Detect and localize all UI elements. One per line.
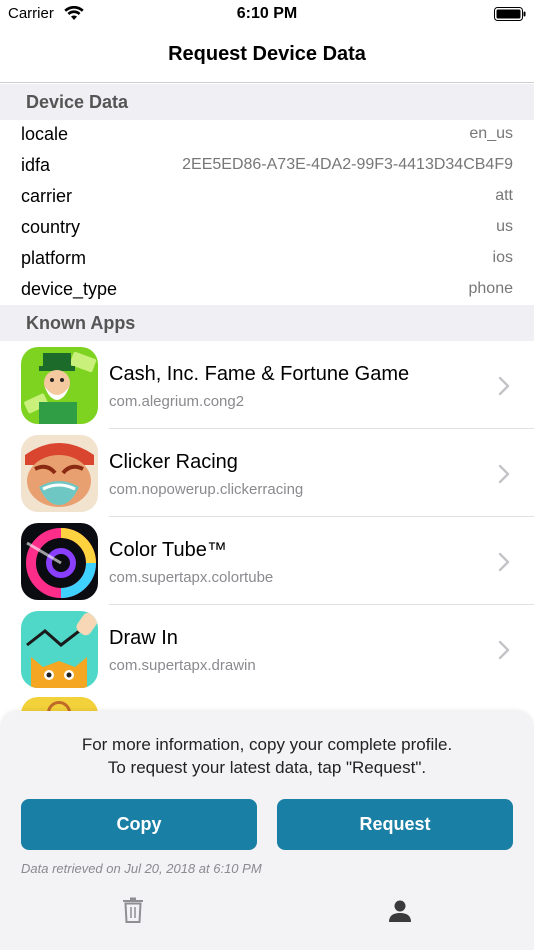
device-data-row-platform: platform ios <box>0 243 534 274</box>
app-row-draw-in[interactable]: Draw In com.supertapx.drawin <box>0 605 534 693</box>
info-line-1: For more information, copy your complete… <box>81 735 453 754</box>
row-key: platform <box>21 248 87 268</box>
person-icon[interactable] <box>388 899 412 923</box>
info-text: For more information, copy your complete… <box>20 733 514 779</box>
row-key: locale <box>21 124 69 144</box>
copy-button[interactable]: Copy <box>21 799 257 850</box>
app-row-clicker-racing[interactable]: Clicker Racing com.nopowerup.clickerraci… <box>0 429 534 517</box>
draw-in-app-icon <box>21 611 98 688</box>
device-data-row-device-type: device_type phone <box>0 274 534 305</box>
device-data-row-locale: locale en_us <box>0 119 534 150</box>
row-key: carrier <box>21 186 73 206</box>
row-value: phone <box>468 280 514 297</box>
retrieved-timestamp: Data retrieved on Jul 20, 2018 at 6:10 P… <box>21 861 262 876</box>
app-name: Clicker Racing <box>109 451 238 473</box>
info-line-2: To request your latest data, tap "Reques… <box>107 758 427 777</box>
app-name: Color Tube™ <box>109 539 227 561</box>
navigation-bar: Request Device Data <box>0 30 534 83</box>
device-data-row-carrier: carrier att <box>0 181 534 212</box>
trash-icon[interactable] <box>122 897 144 923</box>
row-value: 2EE5ED86-A73E-4DA2-99F3-4413D34CB4F9 <box>182 156 513 173</box>
row-key: idfa <box>21 155 51 175</box>
chevron-right-icon <box>498 464 510 484</box>
cash-inc-app-icon <box>21 347 98 424</box>
app-row-cash-inc[interactable]: Cash, Inc. Fame & Fortune Game com.alegr… <box>0 341 534 429</box>
row-value: ios <box>492 249 513 266</box>
device-data-row-country: country us <box>0 212 534 243</box>
chevron-right-icon <box>498 552 510 572</box>
row-key: device_type <box>21 279 118 299</box>
app-row-color-tube[interactable]: Color Tube™ com.supertapx.colortube <box>0 517 534 605</box>
status-bar: Carrier 6:10 PM <box>0 0 534 30</box>
status-time: 6:10 PM <box>236 5 298 22</box>
battery-icon <box>494 7 526 21</box>
section-title: Known Apps <box>26 313 136 333</box>
app-bundle-id: com.supertapx.colortube <box>109 569 274 586</box>
chevron-right-icon <box>498 640 510 660</box>
device-data-section-header: Device Data <box>0 84 534 120</box>
app-bundle-id: com.nopowerup.clickerracing <box>109 481 304 498</box>
row-key: country <box>21 217 81 237</box>
page-title: Request Device Data <box>168 43 366 65</box>
row-value: en_us <box>469 125 513 142</box>
app-name: Draw In <box>109 627 178 649</box>
app-bundle-id: com.supertapx.drawin <box>109 657 256 674</box>
bottom-panel: For more information, copy your complete… <box>0 711 534 950</box>
device-data-row-idfa: idfa 2EE5ED86-A73E-4DA2-99F3-4413D34CB4F… <box>0 150 534 181</box>
row-value: att <box>495 187 513 204</box>
request-button[interactable]: Request <box>277 799 513 850</box>
color-tube-app-icon <box>21 523 98 600</box>
chevron-right-icon <box>498 376 510 396</box>
app-bundle-id: com.alegrium.cong2 <box>109 393 245 410</box>
row-value: us <box>496 218 513 235</box>
section-title: Device Data <box>26 92 129 112</box>
clicker-racing-app-icon <box>21 435 98 512</box>
app-name: Cash, Inc. Fame & Fortune Game <box>109 363 410 385</box>
known-apps-section-header: Known Apps <box>0 305 534 341</box>
